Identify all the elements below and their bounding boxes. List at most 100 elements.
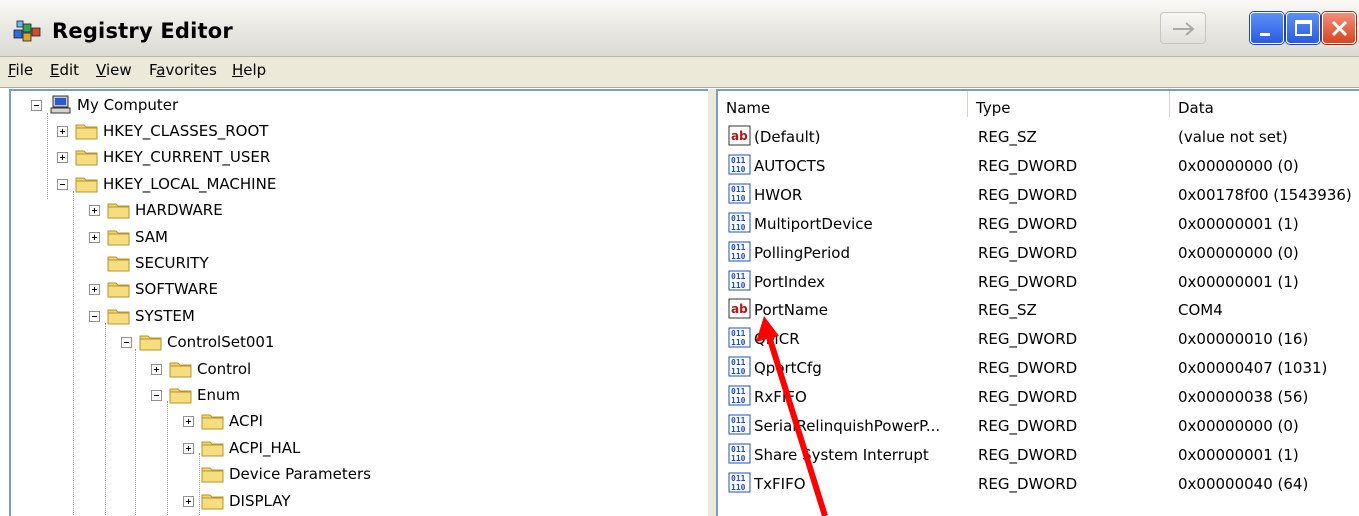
list-row[interactable]: 011 110 PollingPeriod REG_DWORD 0x00000000 (… [718,239,1359,268]
forward-button[interactable] [1160,12,1206,44]
menu-edit[interactable]: Edit [50,61,79,79]
svg-text:011: 011 [731,358,746,367]
folder-icon [75,150,98,166]
list-row[interactable]: 011 110 TxFIFO REG_DWORD 0x00000040 (64) [718,470,1359,499]
tree-node[interactable]: ACPI [183,411,503,435]
collapse-icon[interactable] [151,390,162,401]
expand-icon[interactable] [57,126,68,137]
cell-type: REG_SZ [978,128,1037,146]
svg-text:110: 110 [731,367,746,376]
values-list[interactable]: Name Type Data ab (Default) REG_SZ (value n… [716,89,1359,516]
collapse-icon[interactable] [31,100,42,111]
expand-icon[interactable] [89,231,100,243]
tree-node[interactable]: HKEY_LOCAL_MACHINE [57,174,377,198]
svg-text:011: 011 [731,272,746,281]
folder-icon [75,177,98,193]
folder-icon [169,388,192,404]
menu-favorites[interactable]: Favorites [149,61,217,79]
pane-splitter[interactable] [708,89,716,516]
collapse-icon[interactable] [121,337,132,349]
tree-node[interactable]: DISPLAY [183,491,503,515]
tree-label: ACPI_HAL [229,438,301,457]
tree-node[interactable]: Device Parameters [183,464,503,488]
list-row[interactable]: 011 110 PortIndex REG_DWORD 0x00000001 (1) [718,268,1359,297]
column-header-type[interactable]: Type [968,91,1170,117]
menu-view[interactable]: View [96,61,132,79]
list-row[interactable]: 011 110 QportCfg REG_DWORD 0x00000407 (1031) [718,354,1359,383]
collapse-icon[interactable] [89,310,100,322]
svg-text:110: 110 [731,483,746,492]
tree-node[interactable]: HARDWARE [89,200,409,224]
tree-label: ControlSet001 [167,333,275,352]
folder-icon [107,256,130,272]
tree-node[interactable]: SAM [89,227,409,251]
expand-icon[interactable] [183,495,194,507]
cell-name: HWOR [754,185,803,204]
minimize-icon [1260,33,1270,36]
list-row[interactable]: 011 110 Share System Interrupt REG_DWORD 0x0… [718,441,1359,470]
expand-icon[interactable] [89,284,100,296]
close-button[interactable] [1322,12,1356,44]
cell-data: 0x00000000 (0) [1178,156,1299,175]
svg-text:ab: ab [731,129,748,143]
cell-name: QMCR [754,330,800,349]
list-row[interactable]: 011 110 HWOR REG_DWORD 0x00178f00 (1543936) [718,181,1359,210]
cell-type: REG_DWORD [978,388,1078,407]
column-header-data[interactable]: Data [1170,91,1359,117]
cell-data: 0x00000010 (16) [1178,330,1309,349]
cell-type: REG_DWORD [978,185,1078,204]
list-row[interactable]: ab (Default) REG_SZ (value not set) [718,123,1359,152]
expand-icon[interactable] [183,442,194,454]
tree-root-my-computer[interactable]: My Computer [31,95,331,119]
expand-icon[interactable] [89,205,100,217]
list-row[interactable]: 011 110 QMCR REG_DWORD 0x00000010 (16) [718,325,1359,354]
expand-icon[interactable] [57,152,68,164]
collapse-icon[interactable] [57,178,68,190]
expand-icon[interactable] [151,363,162,375]
tree-node[interactable]: ACPI_HAL [183,438,503,462]
folder-icon [169,362,192,378]
svg-text:011: 011 [731,156,746,165]
cell-data: 0x00000000 (0) [1178,243,1299,262]
folder-icon [107,282,130,298]
menu-help[interactable]: Help [232,61,266,79]
tree-label: HKEY_LOCAL_MACHINE [103,174,277,193]
cell-type: REG_DWORD [978,445,1078,464]
tree-node[interactable]: ControlSet001 [121,332,441,356]
binary-value-icon: 011110 [728,443,751,464]
minimize-button[interactable] [1250,12,1284,44]
folder-icon [107,203,130,219]
tree-node[interactable]: HKEY_CLASSES_ROOT [57,121,377,145]
expand-icon[interactable] [183,416,194,428]
list-row[interactable]: 011 110 AUTOCTS REG_DWORD 0x00000000 (0) [718,152,1359,181]
tree-node[interactable]: SECURITY [89,253,409,277]
registry-tree[interactable]: My Computer HKEY_CLASSES_ROOT HKEY_CURREN… [9,89,708,516]
maximize-button[interactable] [1286,12,1320,44]
cell-name: SerialRelinquishPowerP... [754,417,941,435]
cell-type: REG_DWORD [978,156,1078,175]
binary-value-icon: 011110 [728,154,751,175]
cell-data: 0x00000040 (64) [1178,474,1309,493]
svg-text:011: 011 [731,329,746,338]
tree-node[interactable]: Control [151,359,471,383]
svg-text:110: 110 [731,454,746,463]
menu-file[interactable]: File [8,61,33,79]
tree-node[interactable]: Enum [151,385,471,409]
column-header-name[interactable]: Name [718,91,968,117]
arrow-right-icon [1173,22,1195,36]
tree-node[interactable]: HKEY_CURRENT_USER [57,147,377,171]
cell-type: REG_DWORD [978,214,1078,233]
tree-label: DISPLAY [229,491,291,510]
svg-text:011: 011 [731,185,746,194]
list-row[interactable]: 011 110 MultiportDevice REG_DWORD 0x00000001… [718,210,1359,239]
tree-node[interactable]: SOFTWARE [89,279,409,303]
list-row[interactable]: 011 110 SerialRelinquishPowerP... REG_DWORD… [718,412,1359,441]
tree-node[interactable]: SYSTEM [89,306,409,330]
tree-label: HARDWARE [135,201,223,220]
list-row[interactable]: ab PortName REG_SZ COM4 [718,296,1359,325]
svg-text:110: 110 [731,425,746,434]
folder-icon [107,230,130,246]
tree-label: HKEY_CURRENT_USER [103,148,271,167]
list-row[interactable]: 011 110 RxFIFO REG_DWORD 0x00000038 (56) [718,383,1359,412]
cell-name: PollingPeriod [754,243,850,262]
